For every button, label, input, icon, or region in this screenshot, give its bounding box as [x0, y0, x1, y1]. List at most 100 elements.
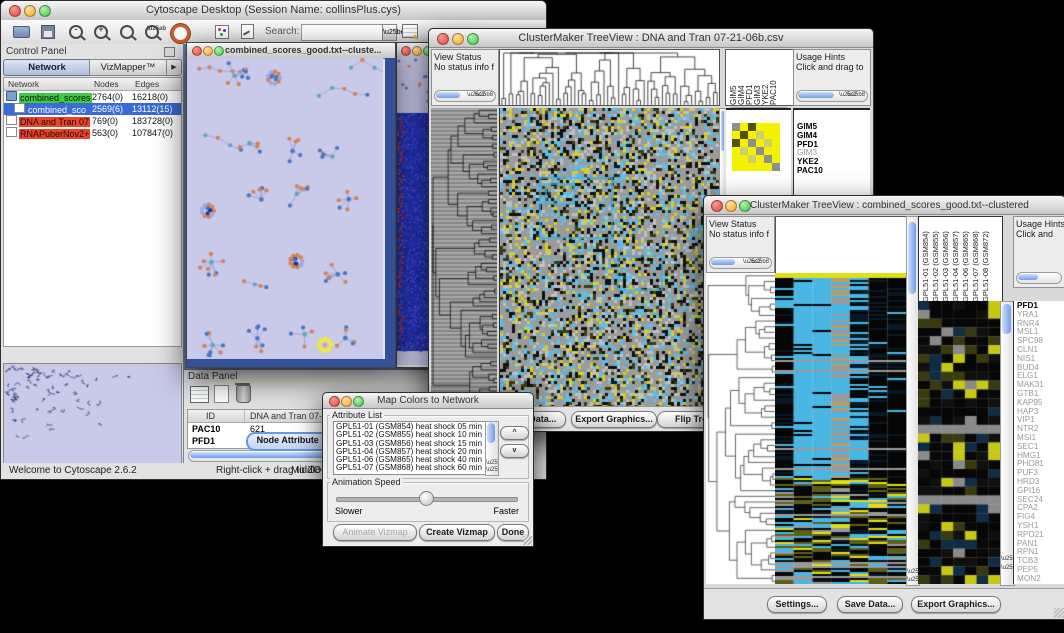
- mini-matrix-cell[interactable]: [740, 147, 748, 155]
- mini-matrix-cell[interactable]: [764, 155, 772, 163]
- zoom-in-icon[interactable]: +: [94, 25, 108, 39]
- mini-matrix-cell[interactable]: [756, 123, 764, 131]
- mini-matrix-cell[interactable]: [732, 147, 740, 155]
- mini-matrix-cell[interactable]: [748, 131, 756, 139]
- tv2-column-dendrogram-area[interactable]: [775, 216, 908, 275]
- mini-matrix-cell[interactable]: [740, 163, 748, 171]
- search-label: Search:: [265, 26, 299, 37]
- move-down-button[interactable]: v: [500, 444, 529, 458]
- network-list-row[interactable]: combined_scores2764(0)16218(0): [4, 91, 181, 103]
- export-graphics-button[interactable]: Export Graphics...: [571, 411, 657, 428]
- mini-matrix-cell[interactable]: [732, 163, 740, 171]
- tv2-zoom-heatmap[interactable]: [918, 301, 1000, 584]
- mini-matrix-cell[interactable]: [732, 131, 740, 139]
- zoom-selected-icon[interactable]: \u25ab: [145, 25, 159, 39]
- main-titlebar[interactable]: Cytoscape Desktop (Session Name: collins…: [1, 1, 546, 21]
- minimize-button[interactable]: [725, 200, 737, 212]
- network-list-row[interactable]: combined_sco2569(6)13112(15): [4, 103, 181, 115]
- tv2-usage-scrollbar[interactable]: [1016, 272, 1062, 284]
- tv1-row-dendrogram[interactable]: [431, 108, 497, 406]
- animation-slider-thumb[interactable]: [419, 491, 434, 506]
- mini-matrix-cell[interactable]: [748, 163, 756, 171]
- help-icon[interactable]: [171, 24, 190, 43]
- attribute-item[interactable]: GPL51-07 (GSM868) heat shock 60 min: [336, 464, 488, 472]
- network-view-1[interactable]: [187, 58, 383, 359]
- tv2-status-scrollbar[interactable]: \u25c2\u25b8: [709, 257, 772, 269]
- attribute-list[interactable]: GPL51-01 (GSM854) heat shock 05 minGPL51…: [333, 421, 489, 475]
- mini-matrix-cell[interactable]: [732, 155, 740, 163]
- mini-matrix-cell[interactable]: [756, 147, 764, 155]
- tv1-usage-scrollbar[interactable]: \u25c2\u25b8: [796, 90, 868, 102]
- tv2-row-dendrogram[interactable]: [706, 273, 775, 584]
- network-list-row[interactable]: RNAPuberNov2+563(0)107847(0): [4, 127, 181, 139]
- mini-matrix-cell[interactable]: [732, 123, 740, 131]
- mini-matrix-cell[interactable]: [748, 155, 756, 163]
- close-button[interactable]: [192, 46, 202, 56]
- vizmapper-icon[interactable]: [215, 25, 229, 39]
- mini-matrix-cell[interactable]: [764, 123, 772, 131]
- tv2-gene-label[interactable]: MON2: [1017, 575, 1064, 584]
- export-graphics-button[interactable]: Export Graphics...: [911, 596, 1001, 613]
- mini-matrix-cell[interactable]: [764, 131, 772, 139]
- zoom-button[interactable]: [214, 46, 224, 56]
- search-input[interactable]: [301, 24, 385, 41]
- search-dropdown-button[interactable]: \u25be: [382, 24, 397, 41]
- open-file-icon[interactable]: [13, 26, 30, 38]
- table-view-icon[interactable]: [190, 386, 209, 403]
- mini-matrix-cell[interactable]: [772, 139, 780, 147]
- mini-matrix-cell[interactable]: [740, 131, 748, 139]
- close-button[interactable]: [401, 46, 411, 56]
- tab-vizmapper[interactable]: VizMapper™: [89, 59, 167, 76]
- mini-matrix-cell[interactable]: [748, 123, 756, 131]
- new-attribute-icon[interactable]: [214, 385, 229, 403]
- mini-matrix-cell[interactable]: [740, 123, 748, 131]
- mini-matrix-cell[interactable]: [772, 147, 780, 155]
- settings-button[interactable]: Settings...: [767, 596, 827, 613]
- network-vscrollbar[interactable]: [385, 58, 395, 359]
- minimize-button[interactable]: [203, 46, 213, 56]
- tv1-mini-matrix[interactable]: [732, 123, 780, 171]
- mini-matrix-cell[interactable]: [756, 139, 764, 147]
- mini-matrix-cell[interactable]: [756, 131, 764, 139]
- save-data-button[interactable]: Save Data...: [837, 596, 903, 613]
- mini-matrix-cell[interactable]: [740, 155, 748, 163]
- mini-matrix-cell[interactable]: [740, 139, 748, 147]
- mini-matrix-cell[interactable]: [772, 131, 780, 139]
- network-hscrollbar[interactable]: [187, 359, 395, 367]
- mini-matrix-cell[interactable]: [748, 139, 756, 147]
- network-overview-panel[interactable]: [3, 363, 182, 477]
- zoom-out-icon[interactable]: -: [69, 25, 83, 39]
- mini-matrix-cell[interactable]: [772, 123, 780, 131]
- mini-matrix-cell[interactable]: [756, 155, 764, 163]
- mini-matrix-cell[interactable]: [764, 139, 772, 147]
- animate-vizmap-button[interactable]: Animate Vizmap: [333, 524, 417, 541]
- resize-grip[interactable]: [1054, 608, 1064, 618]
- tv1-status-scrollbar[interactable]: \u25c2\u25b8: [434, 90, 496, 102]
- zoom-fit-icon[interactable]: [120, 25, 134, 39]
- close-button[interactable]: [711, 200, 723, 212]
- resize-grip[interactable]: [523, 536, 532, 545]
- move-up-button[interactable]: ^: [500, 426, 529, 440]
- mini-matrix-cell[interactable]: [772, 163, 780, 171]
- mini-matrix-cell[interactable]: [732, 139, 740, 147]
- mini-matrix-cell[interactable]: [756, 163, 764, 171]
- tv2-heatmap[interactable]: [775, 273, 906, 584]
- save-session-icon[interactable]: [41, 25, 55, 39]
- minimize-button[interactable]: [412, 46, 422, 56]
- tab-network[interactable]: Network: [3, 59, 91, 76]
- tv1-heatmap[interactable]: [499, 108, 719, 406]
- annotation-icon[interactable]: [241, 24, 254, 39]
- tv1-gene-label[interactable]: PAC10: [797, 167, 870, 176]
- tv1-column-dendrogram[interactable]: [499, 49, 720, 106]
- float-panel-icon[interactable]: [164, 47, 175, 57]
- mini-matrix-cell[interactable]: [764, 147, 772, 155]
- table-edit-icon[interactable]: [402, 24, 418, 38]
- mini-matrix-cell[interactable]: [748, 147, 756, 155]
- create-vizmap-button[interactable]: Create Vizmap: [419, 524, 495, 541]
- tab-overflow-button[interactable]: ▶: [166, 59, 182, 76]
- mini-matrix-cell[interactable]: [764, 163, 772, 171]
- attribute-list-vscrollbar[interactable]: \u25b2\u25bc: [485, 421, 499, 476]
- mini-matrix-cell[interactable]: [772, 155, 780, 163]
- delete-attribute-icon[interactable]: [236, 385, 251, 403]
- network-list-row[interactable]: DNA and Tran 07769(0)183728(0): [4, 115, 181, 127]
